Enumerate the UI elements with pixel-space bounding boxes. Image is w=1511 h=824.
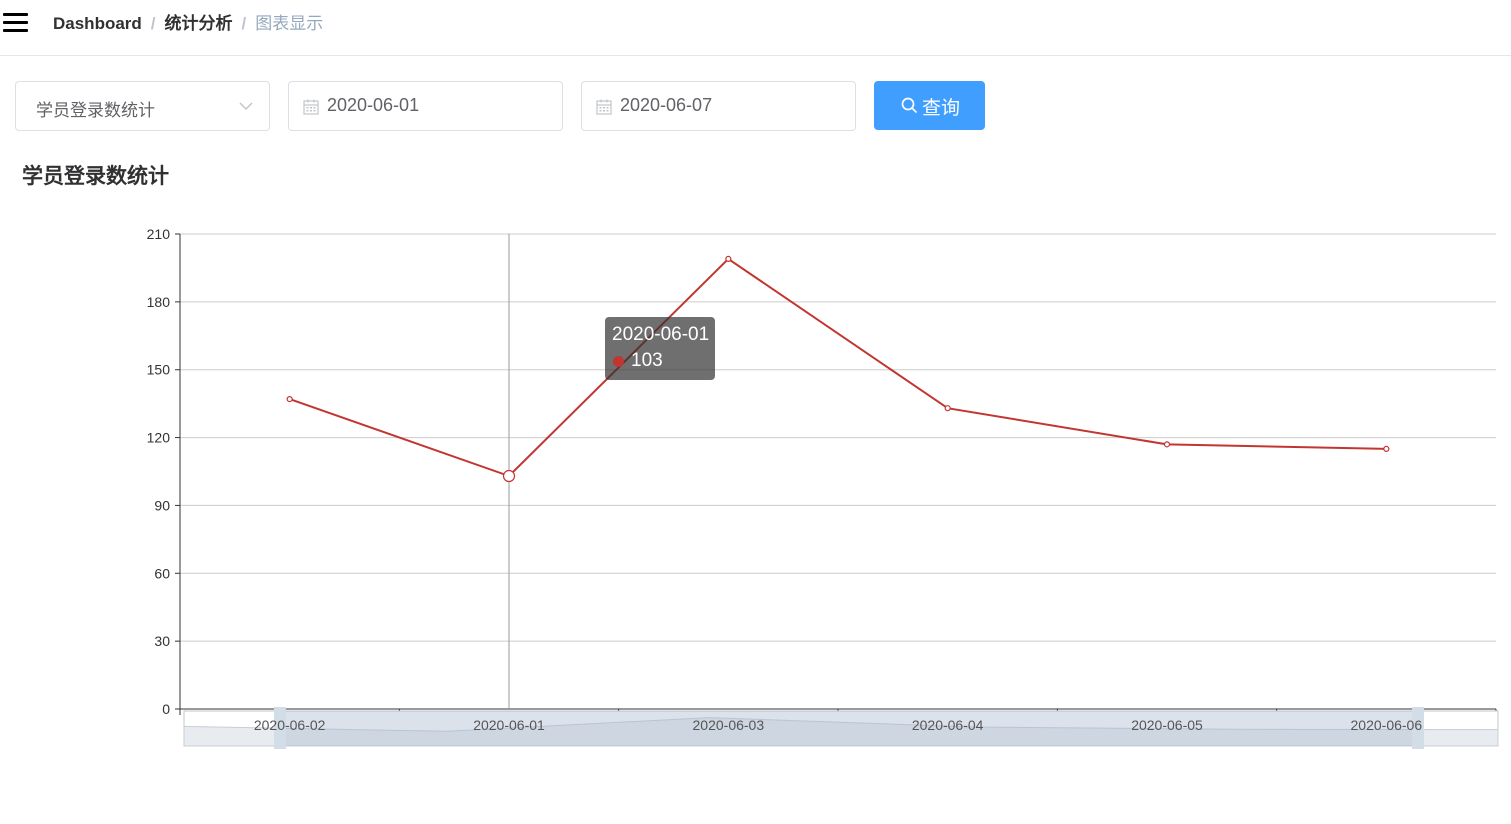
- stat-type-value: 学员登录数统计: [36, 101, 155, 120]
- y-tick-label: 180: [147, 294, 171, 310]
- data-zoom-handle-right: [1412, 707, 1424, 749]
- series-line: [289, 257, 1387, 478]
- end-date-value: 2020-06-07: [620, 95, 713, 115]
- y-tick-label: 120: [147, 430, 171, 446]
- navbar: Dashboard / 统计分析 / 图表显示: [0, 0, 1511, 56]
- chevron-down-icon: [239, 102, 253, 111]
- tooltip-value: 103: [631, 350, 663, 371]
- chart-title: 学员登录数统计: [22, 165, 169, 188]
- hamburger-icon[interactable]: [3, 13, 29, 33]
- stat-type-select[interactable]: 学员登录数统计: [15, 81, 270, 131]
- x-tick-label: 2020-06-04: [912, 717, 984, 733]
- x-tick-label: 2020-06-01: [473, 717, 545, 733]
- breadcrumb-separator: /: [241, 14, 247, 33]
- y-tick-label: 30: [154, 633, 170, 649]
- tooltip-series-dot: [613, 356, 624, 367]
- data-zoom-handle-left: [274, 707, 286, 749]
- series-point: [944, 405, 951, 412]
- x-tick-label: 2020-06-03: [693, 717, 765, 733]
- y-tick-label: 0: [162, 701, 170, 717]
- series-point: [502, 469, 516, 483]
- start-date-value: 2020-06-01: [327, 95, 420, 115]
- breadcrumb: Dashboard / 统计分析 / 图表显示: [53, 13, 323, 35]
- y-tick-label: 150: [147, 362, 171, 378]
- data-zoom-track: [183, 710, 1499, 747]
- x-tick-label: 2020-06-02: [254, 717, 326, 733]
- breadcrumb-separator: /: [150, 14, 156, 33]
- series-point: [1383, 445, 1390, 452]
- x-tick-label: 2020-06-06: [1351, 717, 1423, 733]
- end-date-picker[interactable]: 2020-06-07: [581, 81, 856, 131]
- query-button-label: 查询: [922, 98, 961, 119]
- breadcrumb-current: 图表显示: [255, 14, 324, 33]
- breadcrumb-dashboard[interactable]: Dashboard: [53, 14, 142, 33]
- start-date-picker[interactable]: 2020-06-01: [288, 81, 563, 131]
- data-zoom-window: [280, 711, 1418, 746]
- tooltip-category: 2020-06-01: [612, 324, 710, 345]
- y-tick-label: 90: [154, 497, 170, 513]
- query-button[interactable]: 查询: [874, 81, 985, 130]
- series-point: [725, 255, 732, 262]
- calendar-icon: [596, 99, 612, 115]
- search-icon: [901, 97, 918, 114]
- data-zoom-shadow: [183, 717, 1499, 747]
- series-point: [1163, 441, 1171, 448]
- x-tick-label: 2020-06-05: [1131, 717, 1203, 733]
- y-tick-label: 60: [154, 565, 170, 581]
- calendar-icon: [303, 99, 319, 115]
- series-point: [286, 396, 293, 403]
- chart-tooltip: 2020-06-01 103: [605, 317, 715, 380]
- breadcrumb-stats[interactable]: 统计分析: [165, 14, 233, 33]
- y-tick-label: 210: [147, 226, 171, 242]
